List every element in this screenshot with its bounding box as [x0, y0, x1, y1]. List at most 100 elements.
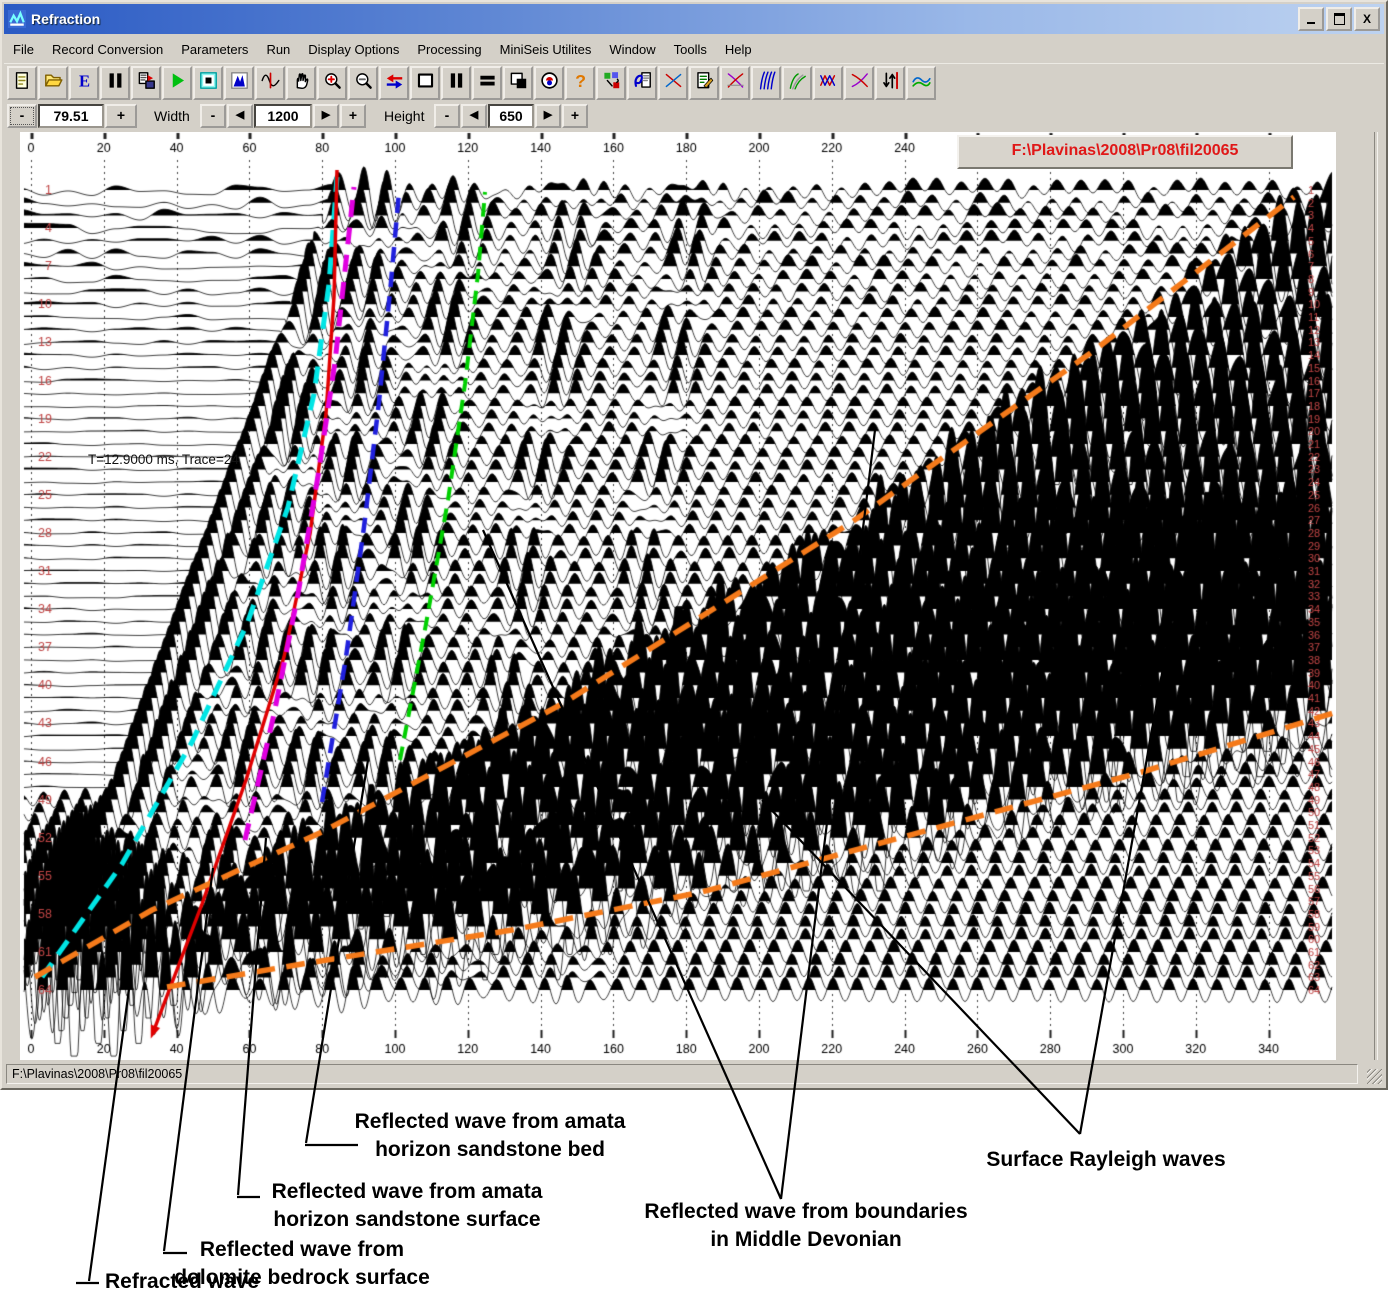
- display-controls-bar: -79.51+Width-◀1200▶+Height-◀650▶+: [4, 102, 1384, 131]
- zoom-out-icon: [354, 71, 373, 95]
- trace-notes-button[interactable]: [627, 66, 657, 100]
- annotation-dolomite-bedrock: Reflected wave fromdolomite bedrock surf…: [174, 1236, 430, 1292]
- svg-text:?: ?: [575, 71, 586, 90]
- menu-item-parameters[interactable]: Parameters: [172, 39, 257, 60]
- gain-value[interactable]: 79.51: [38, 104, 104, 128]
- compare-traces-button[interactable]: [720, 66, 750, 100]
- help-icon: ?: [571, 71, 590, 95]
- menu-item-display-options[interactable]: Display Options: [299, 39, 408, 60]
- annotation-middle-devonian: Reflected wave from boundariesin Middle …: [644, 1198, 967, 1254]
- height-step-back-button[interactable]: ◀: [461, 104, 487, 128]
- help-button[interactable]: ?: [565, 66, 595, 100]
- crossover-analysis-icon: [819, 71, 838, 95]
- maximize-button[interactable]: [1326, 7, 1352, 31]
- height-decrease-button[interactable]: -: [434, 104, 460, 128]
- height-increase-button[interactable]: +: [562, 104, 588, 128]
- status-bar: F:\Plavinas\2008\Pr08\fil20065: [4, 1062, 1384, 1086]
- save-export-button[interactable]: [131, 66, 161, 100]
- file-new-button[interactable]: [7, 66, 37, 100]
- edit-parameters-button[interactable]: [689, 66, 719, 100]
- width-step-fwd-button[interactable]: ▶: [313, 104, 339, 128]
- swap-polarity-button[interactable]: [379, 66, 409, 100]
- menu-item-file[interactable]: File: [4, 39, 43, 60]
- overlay-view-icon: [509, 71, 528, 95]
- cross-traces-button[interactable]: [658, 66, 688, 100]
- app-window: Refraction X FileRecord ConversionParame…: [0, 0, 1388, 1090]
- sort-traces-button[interactable]: [875, 66, 905, 100]
- menu-bar: FileRecord ConversionParametersRunDispla…: [4, 36, 1384, 62]
- single-view-button[interactable]: [410, 66, 440, 100]
- dual-view-button[interactable]: [441, 66, 471, 100]
- run-play-button[interactable]: [162, 66, 192, 100]
- zoom-out-button[interactable]: [348, 66, 378, 100]
- annotation-surface-rayleigh-line1: Surface Rayleigh waves: [986, 1146, 1225, 1174]
- wiggle-trace-button[interactable]: [255, 66, 285, 100]
- resize-grip[interactable]: [1367, 1069, 1382, 1084]
- travel-time-curves-button[interactable]: [782, 66, 812, 100]
- compare-traces-icon: [726, 71, 745, 95]
- file-open-button[interactable]: [38, 66, 68, 100]
- velocity-curves-button[interactable]: [751, 66, 781, 100]
- crossover-analysis-button[interactable]: [813, 66, 843, 100]
- menu-item-toolls[interactable]: Toolls: [665, 39, 716, 60]
- annotation-amata-bed-line1: Reflected wave from amata: [355, 1108, 626, 1136]
- wiggle-trace-icon: [261, 71, 280, 95]
- status-text: F:\Plavinas\2008\Pr08\fil20065: [6, 1064, 1358, 1084]
- menu-item-miniseis-utilites[interactable]: MiniSeis Utilites: [491, 39, 601, 60]
- menu-item-record-conversion[interactable]: Record Conversion: [43, 39, 172, 60]
- width-label: Width: [154, 104, 198, 128]
- menu-item-run[interactable]: Run: [257, 39, 299, 60]
- svg-text:E: E: [78, 71, 89, 90]
- pan-hand-button[interactable]: [286, 66, 316, 100]
- edit-parameters-icon: [695, 71, 714, 95]
- gain-increase-button[interactable]: +: [105, 104, 137, 128]
- minimize-button[interactable]: [1298, 7, 1324, 31]
- smooth-traces-button[interactable]: [906, 66, 936, 100]
- toolbar: E?: [4, 63, 1384, 102]
- annotation-amata-bed: Reflected wave from amatahorizon sandsto…: [355, 1108, 626, 1164]
- trace-notes-icon: [633, 71, 652, 95]
- pause-record-button[interactable]: [100, 66, 130, 100]
- seismic-section-canvas[interactable]: [20, 132, 1336, 1060]
- gain-decrease-button[interactable]: -: [7, 104, 37, 128]
- file-open-icon: [44, 71, 63, 95]
- stacked-view-icon: [478, 71, 497, 95]
- width-step-back-button[interactable]: ◀: [227, 104, 253, 128]
- processing-flow-icon: [602, 71, 621, 95]
- width-increase-button[interactable]: +: [340, 104, 366, 128]
- overlay-view-button[interactable]: [503, 66, 533, 100]
- title-bar[interactable]: Refraction X: [4, 4, 1384, 34]
- trace-crossplot-icon: [850, 71, 869, 95]
- stacked-view-button[interactable]: [472, 66, 502, 100]
- amplitude-histogram-button[interactable]: [224, 66, 254, 100]
- zoom-in-icon: [323, 71, 342, 95]
- width-decrease-button[interactable]: -: [200, 104, 226, 128]
- stop-record-button[interactable]: [193, 66, 223, 100]
- zoom-in-button[interactable]: [317, 66, 347, 100]
- panel-right-ridge: [1374, 132, 1378, 1060]
- save-export-icon: [137, 71, 156, 95]
- pause-record-icon: [106, 71, 125, 95]
- velocity-curves-icon: [757, 71, 776, 95]
- window-title: Refraction: [31, 11, 100, 27]
- trace-crossplot-button[interactable]: [844, 66, 874, 100]
- close-button[interactable]: X: [1354, 7, 1380, 31]
- height-step-fwd-button[interactable]: ▶: [535, 104, 561, 128]
- annotation-amata-surface-line2: horizon sandstone surface: [272, 1206, 543, 1234]
- menu-item-help[interactable]: Help: [716, 39, 761, 60]
- seismic-plot-panel: [20, 132, 1336, 1060]
- width-value[interactable]: 1200: [254, 104, 312, 128]
- height-label: Height: [384, 104, 432, 128]
- height-value[interactable]: 650: [488, 104, 534, 128]
- stop-record-icon: [199, 71, 218, 95]
- record-file-label: F:\Plavinas\2008\Pr08\fil20065: [957, 135, 1293, 169]
- processing-flow-button[interactable]: [596, 66, 626, 100]
- annotation-middle-devonian-line2: in Middle Devonian: [644, 1226, 967, 1254]
- menu-item-window[interactable]: Window: [600, 39, 664, 60]
- menu-item-processing[interactable]: Processing: [408, 39, 490, 60]
- color-display-button[interactable]: [534, 66, 564, 100]
- text-editor-e-button[interactable]: E: [69, 66, 99, 100]
- run-play-icon: [168, 71, 187, 95]
- annotation-surface-rayleigh: Surface Rayleigh waves: [986, 1146, 1225, 1174]
- swap-polarity-icon: [385, 71, 404, 95]
